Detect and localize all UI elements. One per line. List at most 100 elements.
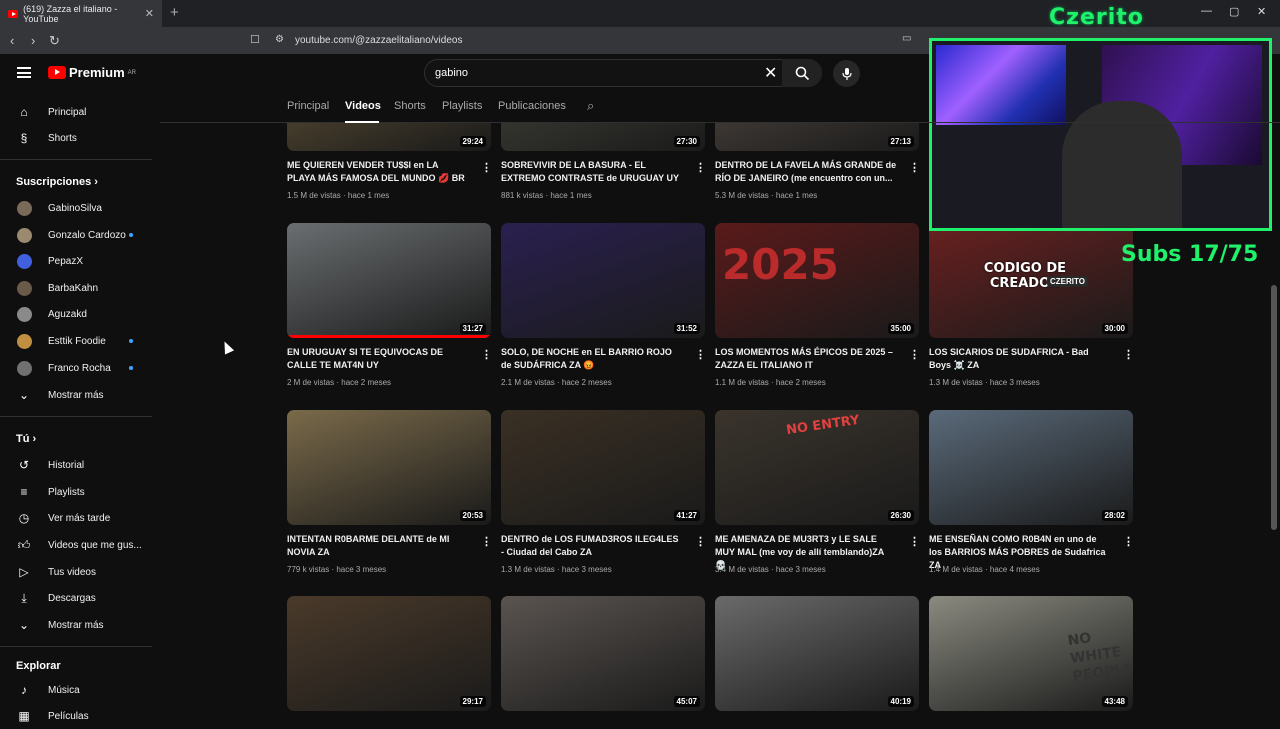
sidebar-item-your-videos[interactable]: ▷ Tus videos xyxy=(0,559,150,585)
video-title[interactable]: DENTRO DE LA FAVELA MÁS GRANDE de RÍO DE… xyxy=(715,159,897,185)
avatar xyxy=(17,333,32,349)
subscriptions-header[interactable]: Suscripciones › xyxy=(16,176,98,188)
reload-icon[interactable]: ↻ xyxy=(49,33,60,49)
video-menu-icon[interactable]: ⋮ xyxy=(695,161,706,174)
cast-icon[interactable]: ▭ xyxy=(902,33,911,44)
video-title[interactable]: EN URUGUAY SI TE EQUIVOCAS DE CALLE TE M… xyxy=(287,346,469,372)
video-menu-icon[interactable]: ⋮ xyxy=(481,535,492,548)
sidebar-sub-item[interactable]: Franco Rocha xyxy=(0,355,150,381)
clear-search-icon[interactable]: ✕ xyxy=(764,63,777,83)
youtube-favicon-icon xyxy=(8,9,19,18)
show-more-subs[interactable]: ⌄ Mostrar más xyxy=(0,382,150,408)
sidebar-item-shorts[interactable]: § Shorts xyxy=(0,125,150,151)
show-more-you[interactable]: ⌄ Mostrar más xyxy=(0,612,150,638)
video-title[interactable]: INTENTAN R0BARME DELANTE de MI NOVIA ZA xyxy=(287,533,469,559)
video-meta: 1.4 M de vistas · hace 4 meses xyxy=(929,565,1040,574)
video-duration: 27:30 xyxy=(673,136,700,147)
site-info-icon[interactable]: ⚙ xyxy=(275,34,284,45)
search-input[interactable]: gabino xyxy=(435,67,468,79)
close-tab-icon[interactable]: ✕ xyxy=(145,7,154,20)
sidebar-sub-item[interactable]: Gonzalo Cardozo xyxy=(0,222,150,248)
url-field[interactable]: youtube.com/@zazzaelitaliano/videos xyxy=(295,35,462,46)
menu-icon[interactable] xyxy=(17,67,31,78)
sidebar-item-music[interactable]: ♪ Música xyxy=(0,677,150,703)
video-title[interactable]: ME QUIEREN VENDER TU$$I en LA PLAYA MÁS … xyxy=(287,159,469,185)
video-meta: 1.3 M de vistas · hace 3 meses xyxy=(501,565,612,574)
video-duration: 40:19 xyxy=(887,696,914,707)
forward-icon[interactable]: › xyxy=(31,33,35,48)
video-menu-icon[interactable]: ⋮ xyxy=(695,348,706,361)
download-icon: ⤓ xyxy=(21,590,27,605)
video-duration: 30:00 xyxy=(1101,323,1128,334)
video-thumbnail[interactable]: 40:19 xyxy=(715,596,919,711)
video-thumbnail[interactable]: 20:53 xyxy=(287,410,491,525)
page-scrollbar[interactable] xyxy=(1271,285,1277,530)
video-menu-icon[interactable]: ⋮ xyxy=(909,161,920,174)
video-thumbnail[interactable]: 31:27 xyxy=(287,223,491,338)
browser-tab[interactable]: (619) Zazza el italiano - YouTube ✕ xyxy=(0,0,162,27)
channel-tabs: Principal Videos Shorts Playlists Public… xyxy=(160,94,1280,123)
tab-title: (619) Zazza el italiano - YouTube xyxy=(23,3,118,24)
sidebar-item-movies[interactable]: ▦ Películas xyxy=(0,703,150,729)
avatar xyxy=(17,360,32,376)
you-header[interactable]: Tú › xyxy=(16,433,36,445)
close-window-icon[interactable]: ✕ xyxy=(1257,5,1266,18)
video-menu-icon[interactable]: ⋮ xyxy=(481,348,492,361)
search-button[interactable] xyxy=(782,59,822,87)
sidebar-sub-item[interactable]: Esttik Foodie xyxy=(0,328,150,354)
sidebar-item-watch-later[interactable]: ◷ Ver más tarde xyxy=(0,505,150,531)
tab-videos[interactable]: Videos xyxy=(345,100,381,112)
video-menu-icon[interactable]: ⋮ xyxy=(909,535,920,548)
history-icon: ↺ xyxy=(18,458,30,472)
bookmark-icon[interactable]: ☐ xyxy=(250,33,260,46)
avatar xyxy=(17,253,32,269)
video-meta: 2.1 M de vistas · hace 2 meses xyxy=(501,378,612,387)
active-tab-underline xyxy=(345,121,379,123)
video-title[interactable]: LOS MOMENTOS MÁS ÉPICOS DE 2025 – ZAZZA … xyxy=(715,346,897,372)
new-content-dot xyxy=(129,233,133,237)
video-thumbnail[interactable]: 45:07 xyxy=(501,596,705,711)
youtube-logo[interactable]: Premium AR xyxy=(48,65,136,80)
video-title[interactable]: DENTRO de LOS FUMAD3ROS ILEG4LES - Ciuda… xyxy=(501,533,683,559)
sidebar-item-liked[interactable]: 👍︎ Videos que me gus... xyxy=(0,532,150,558)
video-menu-icon[interactable]: ⋮ xyxy=(1123,348,1134,361)
sidebar-item-downloads[interactable]: ⤓ Descargas xyxy=(0,585,150,611)
video-icon: ▷ xyxy=(19,565,29,579)
video-menu-icon[interactable]: ⋮ xyxy=(481,161,492,174)
sidebar-sub-item[interactable]: Aguzakd xyxy=(0,301,150,327)
video-thumbnail[interactable]: 28:02 xyxy=(929,410,1133,525)
video-menu-icon[interactable]: ⋮ xyxy=(695,535,706,548)
video-title[interactable]: LOS SICARIOS DE SUDAFRICA - Bad Boys ☠️ … xyxy=(929,346,1111,372)
sidebar-item-playlists[interactable]: ≡ Playlists xyxy=(0,479,150,505)
logo-region: AR xyxy=(127,69,136,76)
back-icon[interactable]: ‹ xyxy=(10,33,14,48)
video-thumbnail[interactable]: 29:17 xyxy=(287,596,491,711)
music-icon: ♪ xyxy=(21,683,27,697)
sidebar-item-history[interactable]: ↺ Historial xyxy=(0,452,150,478)
tab-playlists[interactable]: Playlists xyxy=(442,100,482,112)
sidebar-sub-item[interactable]: BarbaKahn xyxy=(0,275,150,301)
channel-search-icon[interactable]: ⌕ xyxy=(587,98,594,114)
minimize-icon[interactable]: — xyxy=(1201,5,1212,17)
video-title[interactable]: SOBREVIVIR DE LA BASURA - EL EXTREMO CON… xyxy=(501,159,683,185)
video-menu-icon[interactable]: ⋮ xyxy=(1123,535,1134,548)
tab-shorts[interactable]: Shorts xyxy=(394,100,426,112)
video-duration: 20:53 xyxy=(459,510,486,521)
voice-search-button[interactable] xyxy=(833,60,860,87)
tab-publicaciones[interactable]: Publicaciones xyxy=(498,100,566,112)
sidebar-sub-item[interactable]: PepazX xyxy=(0,248,150,274)
tab-principal[interactable]: Principal xyxy=(287,100,329,112)
video-title[interactable]: SOLO, DE NOCHE en EL BARRIO ROJO de SUDÁ… xyxy=(501,346,683,372)
new-tab-button[interactable]: + xyxy=(170,4,179,21)
sidebar-sub-item[interactable]: GabinoSilva xyxy=(0,195,150,221)
maximize-icon[interactable]: ▢ xyxy=(1229,5,1239,18)
search-box[interactable]: gabino ✕ xyxy=(424,59,822,87)
youtube-play-icon xyxy=(48,66,66,79)
video-duration: 29:17 xyxy=(459,696,486,707)
video-duration: 31:27 xyxy=(459,323,486,334)
video-thumbnail[interactable]: 31:52 xyxy=(501,223,705,338)
video-menu-icon[interactable]: ⋮ xyxy=(909,348,920,361)
video-duration: 31:52 xyxy=(673,323,700,334)
sidebar-item-principal[interactable]: ⌂ Principal xyxy=(0,99,150,125)
video-thumbnail[interactable]: 41:27 xyxy=(501,410,705,525)
